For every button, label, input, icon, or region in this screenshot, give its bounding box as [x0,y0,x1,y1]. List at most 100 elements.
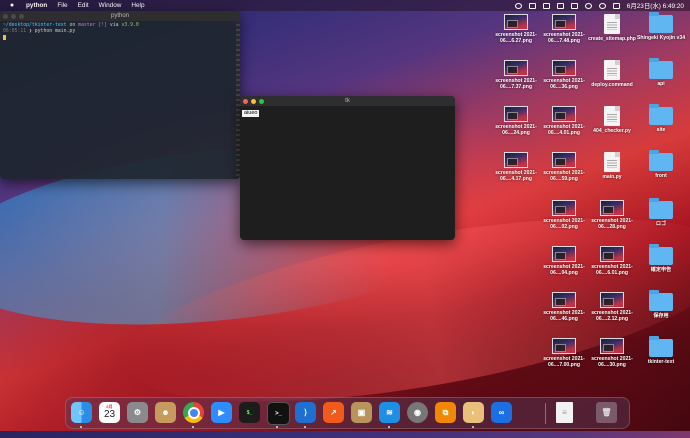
folder-icon [649,58,673,79]
running-indicator [472,426,474,428]
screenshot-thumbnail-icon [600,292,624,308]
chrome-icon[interactable] [183,402,204,423]
archive-utility-icon[interactable]: ▣ [351,402,372,423]
desktop-icon-folder[interactable]: 保存用 [633,290,689,319]
contacts-icon[interactable]: ☻ [155,402,176,423]
desktop-icon-folder[interactable]: 確定申告 [633,244,689,273]
apple-menu-icon[interactable]: ● [8,2,16,9]
desktop-icon-doc[interactable]: 404_checker.py [584,106,640,134]
prompt-via: via [109,23,119,28]
desktop-icon-folder[interactable]: site [633,104,689,133]
desktop-icon-folder[interactable]: front [633,150,689,179]
desktop-icon-label: screenshot 2021-06....2.12.png [591,310,633,323]
screenshot-thumbnail-icon [552,246,576,262]
desktop-icon-label: create_sitemap.php [588,36,636,42]
calendar-icon[interactable]: 6月 23 [99,402,120,423]
desktop-icon-doc[interactable]: create_sitemap.php [584,14,640,42]
screenshot-thumbnail-icon [600,338,624,354]
tk-window[interactable]: tk aiueo [240,96,455,240]
bluetooth-icon[interactable] [570,2,578,9]
desktop-icon-doc[interactable]: main.py [584,152,640,180]
folder-icon [649,104,673,125]
instruments-icon[interactable]: ↗ [323,402,344,423]
desktop-icon-doc[interactable]: deploy.command [584,60,640,88]
menu-edit[interactable]: Edit [78,2,89,9]
control-center-icon[interactable] [612,2,620,9]
search-icon[interactable] [598,2,606,9]
screenshot-thumbnail-icon [600,246,624,262]
running-indicator [304,426,306,428]
desktop-icon-label: 保存用 [653,313,669,319]
tk-label: aiueo [242,110,260,117]
docker-icon[interactable]: ≋ [379,402,400,423]
status-icon[interactable] [514,2,522,9]
desktop-icon-folder[interactable]: api [633,58,689,87]
desktop-icon-png[interactable]: screenshot 2021-06....28.png [584,200,640,230]
prompt-status: [!] [98,23,107,28]
activity-monitor-icon[interactable]: $_ [239,402,260,423]
folder-icon [649,198,673,219]
desktop-icon-label: front [655,173,667,179]
desktop-icon-label: deploy.command [591,82,633,88]
screenshot-thumbnail-icon [552,292,576,308]
finder-icon[interactable]: ☺ [71,402,92,423]
wifi-icon[interactable] [584,2,592,9]
document-file-icon [604,14,620,34]
clock[interactable]: 6月23日(水) 6:49:20 [627,1,684,10]
python-launcher-icon[interactable]: ◐ [463,402,484,423]
desktop-icon-label: tkinter-text [647,359,675,365]
document-icon[interactable]: ≡ [556,402,573,423]
folder-icon [649,150,673,171]
desktop-icon-png[interactable]: screenshot 2021-06....2.12.png [584,292,640,322]
desktop-icon-label: main.py [602,174,622,180]
screenshot-thumbnail-icon [504,60,528,76]
menu-help[interactable]: Help [131,2,144,9]
trash-icon[interactable]: 🗑 [596,402,617,423]
prompt-python-version: v3.9.0 [121,23,139,28]
menu-window[interactable]: Window [99,2,122,9]
desktop-icon-folder[interactable]: ロゴ [633,198,689,227]
status-icon[interactable] [528,2,536,9]
zoom-icon[interactable]: ▶ [211,402,232,423]
document-file-icon [604,152,620,172]
desktop-icon-folder[interactable]: tkinter-text [633,336,689,365]
system-preferences-icon[interactable]: ⚙ [127,402,148,423]
folder-icon [649,244,673,265]
menu-file[interactable]: File [57,2,67,9]
disk-utility-icon[interactable]: ◉ [407,402,428,423]
prompt-path: ~/desktop/tkinter-text [3,23,67,28]
screenshot-thumbnail-icon [552,14,576,30]
desktop-icon-label: ロゴ [655,221,667,227]
desktop-icon-label: screenshot 2021-06....30.png [591,356,633,369]
desktop-icon-label: site [656,127,666,133]
terminal-output[interactable]: ~/desktop/tkinter-text on master [!] via… [0,21,240,44]
folder-icon [649,290,673,311]
menu-bar: ● python File Edit Window Help 6月23日(水) … [0,0,690,11]
terminal-titlebar[interactable]: python [0,11,240,21]
vscode-icon[interactable]: ⟩ [295,402,316,423]
menu-app-name[interactable]: python [26,2,47,9]
screenshot-thumbnail-icon [552,106,576,122]
terminal-window[interactable]: python ~/desktop/tkinter-text on master … [0,11,240,179]
infinity-icon[interactable]: ∞ [491,402,512,423]
terminal-cursor [3,35,6,40]
document-file-icon [604,60,620,80]
document-file-icon [604,106,620,126]
desktop-icon-png[interactable]: screenshot 2021-06....6.01.png [584,246,640,276]
screenshot-thumbnail-icon [600,200,624,216]
desktop-icon-label: screenshot 2021-06....28.png [591,218,633,231]
status-icon[interactable] [542,2,550,9]
desktop-icon-folder[interactable]: Shingeki Kyojin v34 [633,12,689,41]
running-indicator [388,426,390,428]
status-icon[interactable] [556,2,564,9]
tk-titlebar[interactable]: tk [240,96,455,106]
drawio-icon[interactable]: ⧉ [435,402,456,423]
terminal-icon[interactable]: >_ [267,402,290,425]
calendar-day: 23 [103,409,116,420]
running-indicator [192,426,194,428]
running-indicator [276,426,278,428]
screenshot-thumbnail-icon [504,106,528,122]
screenshot-thumbnail-icon [552,152,576,168]
desktop-icon-png[interactable]: screenshot 2021-06....30.png [584,338,640,368]
prompt-symbol: ❯ [29,29,32,34]
